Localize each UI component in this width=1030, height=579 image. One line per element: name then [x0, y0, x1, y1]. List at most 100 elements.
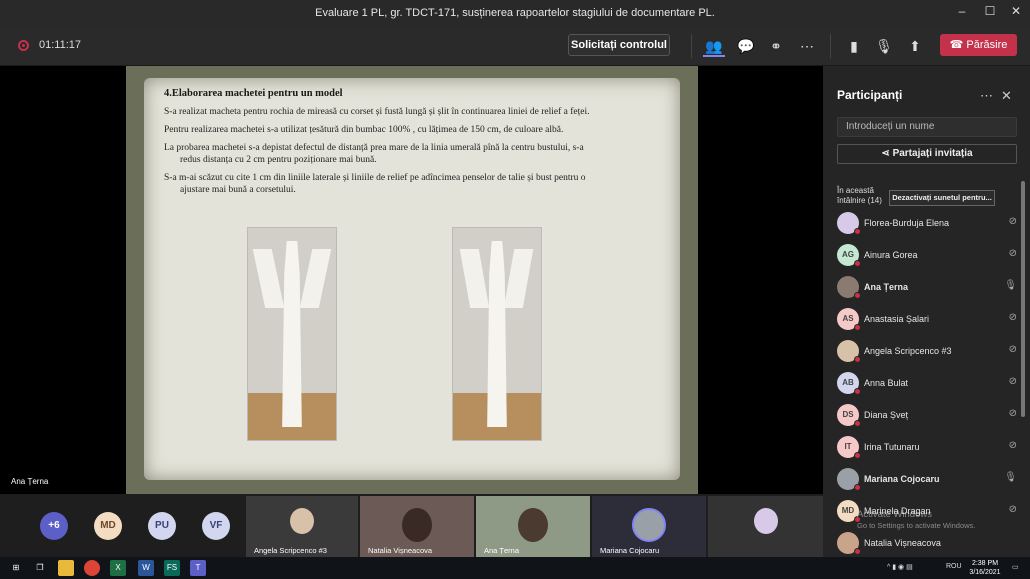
maximize-icon[interactable]: ☐: [978, 4, 1002, 18]
share-screen-icon[interactable]: ⬆: [904, 35, 926, 57]
participant-bubble[interactable]: VF: [202, 512, 230, 540]
participant-name: Ana Țerna: [864, 282, 909, 292]
mic-muted-icon: ⊘: [1008, 248, 1017, 259]
mic-on-icon: 🎙: [1004, 472, 1017, 483]
participant-row[interactable]: IT Irina Tutunaru ⊘: [837, 432, 1017, 460]
participant-avatar: AS: [837, 308, 861, 331]
participant-avatar: [837, 532, 861, 555]
participant-bubble[interactable]: +6: [40, 512, 68, 540]
notifications-icon[interactable]: ▭: [1012, 563, 1019, 571]
taskbar-clock[interactable]: 2:38 PM 3/16/2021: [965, 559, 1005, 577]
close-panel-icon[interactable]: ✕: [1001, 88, 1012, 104]
chrome-icon[interactable]: [84, 560, 100, 576]
tile-name: Ana Țerna: [484, 546, 520, 555]
language-indicator[interactable]: ROU: [946, 563, 962, 570]
more-options-icon[interactable]: ⋯: [980, 88, 993, 104]
participant-row[interactable]: Angela Scripcenco #3 ⊘: [837, 336, 1017, 364]
participant-row[interactable]: AB Anna Bulat ⊘: [837, 368, 1017, 396]
mic-muted-icon: ⊘: [1008, 504, 1017, 515]
excel-icon[interactable]: X: [110, 560, 126, 576]
share-icon: ⋖: [881, 148, 893, 159]
breakout-rooms-icon[interactable]: ⚭: [765, 35, 787, 57]
leave-button[interactable]: ☎ Părăsire: [940, 34, 1017, 56]
participant-row[interactable]: Mariana Cojocaru 🎙: [837, 464, 1017, 492]
tile-name: Angela Scripcenco #3: [254, 546, 327, 555]
task-view-icon[interactable]: ❐: [32, 560, 48, 576]
fs-app-icon[interactable]: FS: [164, 560, 180, 576]
dress-back-photo: [452, 227, 542, 441]
share-invite-button[interactable]: ⋖ Partajați invitația: [837, 144, 1017, 164]
participant-name: Diana Șveț: [864, 410, 909, 420]
participant-row[interactable]: AS Anastasia Șalari ⊘: [837, 304, 1017, 332]
participant-avatar: AG: [837, 244, 861, 267]
participant-row[interactable]: Ana Țerna 🎙: [837, 272, 1017, 300]
participant-avatar: [290, 508, 314, 534]
participant-row[interactable]: Natalia Vișneacova: [837, 528, 1017, 556]
request-control-button[interactable]: Solicitați controlul: [568, 34, 670, 56]
participant-row[interactable]: Florea-Burduja Elena ⊘: [837, 208, 1017, 236]
avatar-initials: IT: [844, 442, 852, 451]
activation-watermark: Activate Windows: [857, 509, 932, 520]
shared-content-stage: 4.Elaborarea machetei pentru un model S-…: [0, 66, 823, 494]
participant-avatar: [837, 212, 861, 235]
dress-front-photo: [247, 227, 337, 441]
people-icon[interactable]: 👥: [703, 35, 725, 57]
video-tile[interactable]: Mariana Cojocaru: [592, 496, 706, 557]
participant-bubble[interactable]: PU: [148, 512, 176, 540]
windows-taskbar: ⊞ ❐ X W FS T ^ ▮ ◉ ▤ ROU 2:38 PM 3/16/20…: [0, 557, 1030, 579]
avatar-initials: MD: [841, 506, 855, 515]
more-options-icon[interactable]: ⋯: [796, 35, 818, 57]
participant-row[interactable]: AG Ainura Gorea ⊘: [837, 240, 1017, 268]
presenter-name: Ana Țerna: [11, 477, 49, 486]
mic-off-icon[interactable]: 🎙: [873, 35, 895, 57]
in-meeting-section-toggle[interactable]: În această întâlnire (14): [837, 186, 882, 206]
tray-icons[interactable]: ^ ▮ ◉ ▤: [887, 563, 913, 571]
clock-time: 2:38 PM: [971, 560, 999, 567]
participant-avatar: AB: [837, 372, 861, 395]
slide-paragraph: redus distanța cu 2 cm pentru poziționar…: [180, 155, 377, 165]
video-tile[interactable]: [708, 496, 823, 557]
participant-bubble[interactable]: MD: [94, 512, 122, 540]
toolbar-divider: [830, 34, 831, 58]
video-tile[interactable]: Ana Țerna: [476, 496, 590, 557]
participant-row[interactable]: DS Diana Șveț ⊘: [837, 400, 1017, 428]
mute-all-button[interactable]: Dezactivați sunetul pentru...: [889, 190, 995, 206]
recording-icon: [18, 40, 29, 51]
participant-name: Mariana Cojocaru: [864, 474, 940, 484]
presence-status-icon: [854, 292, 861, 299]
panel-scrollbar[interactable]: [1021, 181, 1025, 417]
meeting-toolbar: 01:11:17 Solicitați controlul 👥 💬 ⚭ ⋯ ▮ …: [0, 26, 1030, 66]
presence-status-icon: [854, 548, 861, 555]
minimize-icon[interactable]: –: [950, 4, 974, 18]
share-invite-label: Partajați invitația: [892, 148, 973, 159]
word-icon[interactable]: W: [138, 560, 154, 576]
clock-date: 3/16/2021: [969, 569, 1001, 576]
windows-start-icon[interactable]: ⊞: [8, 560, 24, 576]
participant-avatar: [632, 508, 666, 542]
avatar-initials: AG: [842, 250, 854, 259]
slide-paragraph: S-a realizat macheta pentru rochia de mi…: [164, 107, 590, 117]
file-explorer-icon[interactable]: [58, 560, 74, 576]
participants-panel: Participanți ⋯ ✕ Introduceți un nume ⋖ P…: [823, 66, 1030, 557]
participants-gallery: +6 MD PU VF Angela Scripcenco #3 Natalia Vi…: [0, 494, 823, 557]
toolbar-divider: [691, 34, 692, 58]
participant-avatar: [837, 468, 861, 491]
participant-name: Irina Tutunaru: [864, 442, 920, 452]
close-icon[interactable]: ✕: [1004, 4, 1028, 18]
chat-icon[interactable]: 💬: [735, 35, 757, 57]
mic-muted-icon: ⊘: [1008, 408, 1017, 419]
presentation-slide: 4.Elaborarea machetei pentru un model S-…: [126, 66, 698, 494]
video-tile[interactable]: Natalia Vișneacova: [360, 496, 474, 557]
participant-avatar: [837, 340, 861, 363]
teams-icon[interactable]: T: [190, 560, 206, 576]
participant-avatar: MD: [837, 500, 861, 523]
participant-name: Natalia Vișneacova: [864, 538, 941, 548]
video-tile[interactable]: Angela Scripcenco #3: [246, 496, 358, 557]
camera-off-icon[interactable]: ▮: [843, 35, 865, 57]
window-title: Evaluare 1 PL, gr. TDCT-171, susținerea …: [315, 7, 715, 19]
tile-name: Mariana Cojocaru: [600, 546, 660, 555]
in-meeting-label-1: În această: [837, 186, 874, 195]
participant-search-input[interactable]: Introduceți un nume: [837, 117, 1017, 137]
activation-watermark-hint: Go to Settings to activate Windows.: [857, 521, 976, 530]
slide-paragraph: S-a m-ai scăzut cu cite 1 cm din liniile…: [164, 173, 586, 183]
